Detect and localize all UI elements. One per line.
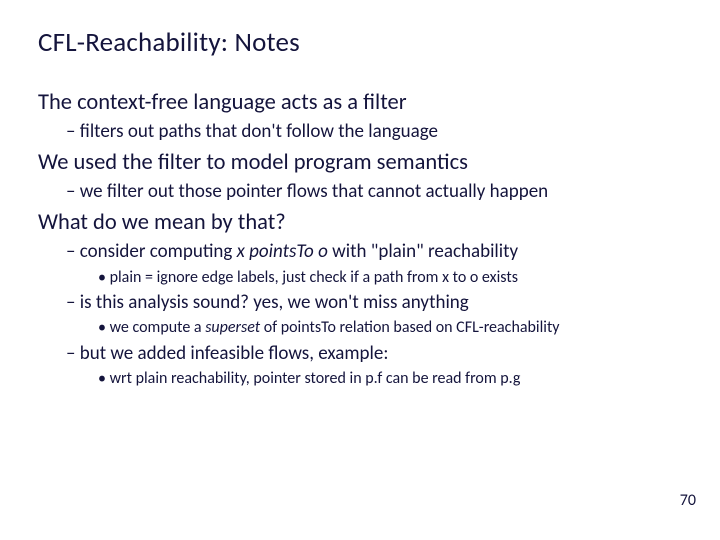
- bullet-1: The context-free language acts as a filt…: [38, 89, 682, 116]
- bullet-1a: filters out paths that don't follow the …: [66, 120, 682, 143]
- bullet-3: What do we mean by that?: [38, 209, 682, 236]
- bullet-3c1: wrt plain reachability, pointer stored i…: [98, 369, 682, 389]
- bullet-3a1: plain = ignore edge labels, just check i…: [98, 268, 682, 288]
- bullet-3b1: we compute a superset of pointsTo relati…: [98, 318, 682, 338]
- bullet-2a: we filter out those pointer flows that c…: [66, 180, 682, 203]
- slide-title: CFL-Reachability: Notes: [38, 26, 682, 59]
- slide-number: 70: [680, 491, 696, 510]
- bullet-3b: is this analysis sound? yes, we won't mi…: [66, 291, 682, 314]
- bullet-2: We used the filter to model program sema…: [38, 149, 682, 176]
- bullet-3a: consider computing x pointsTo o with "pl…: [66, 240, 682, 263]
- bullet-3c: but we added infeasible flows, example:: [66, 342, 682, 365]
